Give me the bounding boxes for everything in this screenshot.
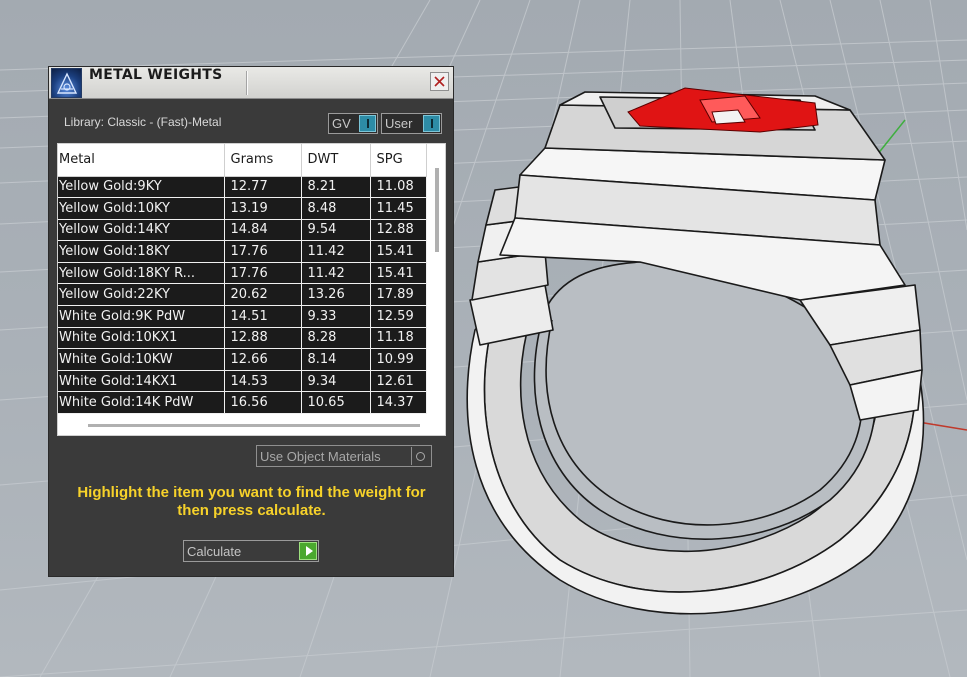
table-row[interactable]: Yellow Gold:18KY R... 17.76 11.42 15.41 [58, 262, 427, 285]
column-header-spg[interactable]: SPG [370, 144, 427, 177]
gv-toggle-switch[interactable] [359, 115, 376, 132]
instructions-text: Highlight the item you want to find the … [77, 484, 426, 519]
spg-cell: 17.89 [370, 283, 427, 307]
metal-cell: White Gold:14KX1 [58, 370, 225, 393]
dwt-cell: 8.28 [301, 327, 371, 350]
panel-title: METAL WEIGHTS [89, 67, 223, 83]
table-row[interactable]: Yellow Gold:9KY 12.77 8.21 11.08 [58, 176, 427, 199]
grams-cell: 20.62 [224, 283, 302, 307]
user-toggle[interactable]: User [381, 113, 442, 134]
close-icon [434, 76, 445, 87]
spg-cell: 15.41 [370, 262, 427, 285]
dwt-cell: 11.42 [301, 240, 371, 263]
grams-cell: 13.19 [224, 197, 302, 220]
grams-cell: 12.88 [224, 327, 302, 350]
dwt-cell: 8.14 [301, 348, 371, 371]
user-toggle-switch[interactable] [423, 115, 440, 132]
dwt-cell: 9.54 [301, 219, 371, 242]
metal-cell: White Gold:9K PdW [58, 305, 225, 328]
dwt-cell: 10.65 [301, 391, 371, 415]
metal-cell: Yellow Gold:14KY [58, 219, 225, 242]
metal-cell: White Gold:10KX1 [58, 327, 225, 350]
use-object-materials-radio[interactable] [411, 447, 429, 465]
column-header-dwt[interactable]: DWT [301, 144, 371, 177]
metals-table-container: Metal Grams DWT SPG Yellow Gold:9KY 12.77… [57, 143, 446, 436]
table-row[interactable]: Yellow Gold:22KY 20.62 13.26 17.89 [58, 283, 427, 307]
grams-cell: 14.51 [224, 305, 302, 328]
table-row[interactable]: Yellow Gold:14KY 14.84 9.54 12.88 [58, 219, 427, 242]
dwt-cell: 9.34 [301, 370, 371, 393]
use-object-materials-option[interactable]: Use Object Materials [256, 445, 432, 467]
table-row[interactable]: White Gold:10KX1 12.88 8.28 11.18 [58, 327, 427, 350]
play-icon[interactable] [299, 542, 317, 560]
spg-cell: 12.61 [370, 370, 427, 393]
dwt-cell: 8.48 [301, 197, 371, 220]
column-header-grams[interactable]: Grams [224, 144, 302, 177]
horizontal-scrollbar[interactable] [88, 424, 420, 427]
column-header-metal[interactable]: Metal [58, 144, 225, 177]
rhino-logo-icon [51, 68, 82, 98]
spg-cell: 15.41 [370, 240, 427, 263]
table-header-row: Metal Grams DWT SPG [58, 144, 427, 177]
radio-circle-icon [416, 451, 425, 461]
gv-toggle[interactable]: GV [328, 113, 378, 134]
spg-cell: 12.59 [370, 305, 427, 328]
metal-cell: White Gold:10KW [58, 348, 225, 371]
spg-cell: 14.37 [370, 391, 427, 415]
metal-cell: Yellow Gold:9KY [58, 176, 225, 199]
table-row[interactable]: Yellow Gold:10KY 13.19 8.48 11.45 [58, 197, 427, 220]
user-toggle-label: User [385, 116, 413, 131]
metal-cell: Yellow Gold:18KY [58, 240, 225, 263]
use-object-materials-label: Use Object Materials [260, 449, 381, 464]
library-label: Library: Classic - (Fast)-Metal [64, 115, 222, 129]
dwt-cell: 13.26 [301, 283, 371, 307]
title-bar[interactable]: METAL WEIGHTS [49, 67, 453, 99]
grams-cell: 12.77 [224, 176, 302, 199]
grams-cell: 17.76 [224, 262, 302, 285]
dwt-cell: 9.33 [301, 305, 371, 328]
calculate-label: Calculate [187, 544, 242, 559]
grams-cell: 12.66 [224, 348, 302, 371]
metal-cell: Yellow Gold:10KY [58, 197, 225, 220]
grams-cell: 16.56 [224, 391, 302, 415]
table-row[interactable]: White Gold:14K PdW 16.56 10.65 14.37 [58, 391, 427, 415]
metals-table: Metal Grams DWT SPG Yellow Gold:9KY 12.77… [58, 144, 427, 415]
vertical-scrollbar[interactable] [435, 168, 439, 252]
grams-cell: 17.76 [224, 240, 302, 263]
spg-cell: 11.08 [370, 176, 427, 199]
grams-cell: 14.53 [224, 370, 302, 393]
metal-cell: Yellow Gold:22KY [58, 283, 225, 307]
close-button[interactable] [430, 72, 449, 91]
gv-toggle-label: GV [332, 116, 351, 131]
title-divider [246, 71, 248, 95]
metal-cell: Yellow Gold:18KY R... [58, 262, 225, 285]
spg-cell: 10.99 [370, 348, 427, 371]
grams-cell: 14.84 [224, 219, 302, 242]
table-row[interactable]: White Gold:9K PdW 14.51 9.33 12.59 [58, 305, 427, 328]
spg-cell: 11.18 [370, 327, 427, 350]
metal-cell: White Gold:14K PdW [58, 391, 225, 415]
table-row[interactable]: White Gold:10KW 12.66 8.14 10.99 [58, 348, 427, 371]
dwt-cell: 8.21 [301, 176, 371, 199]
table-row[interactable]: Yellow Gold:18KY 17.76 11.42 15.41 [58, 240, 427, 263]
calculate-button[interactable]: Calculate [183, 540, 319, 562]
spg-cell: 12.88 [370, 219, 427, 242]
metal-weights-panel: METAL WEIGHTS Library: Classic - (Fast)-… [48, 66, 454, 577]
table-row[interactable]: White Gold:14KX1 14.53 9.34 12.61 [58, 370, 427, 393]
spg-cell: 11.45 [370, 197, 427, 220]
dwt-cell: 11.42 [301, 262, 371, 285]
